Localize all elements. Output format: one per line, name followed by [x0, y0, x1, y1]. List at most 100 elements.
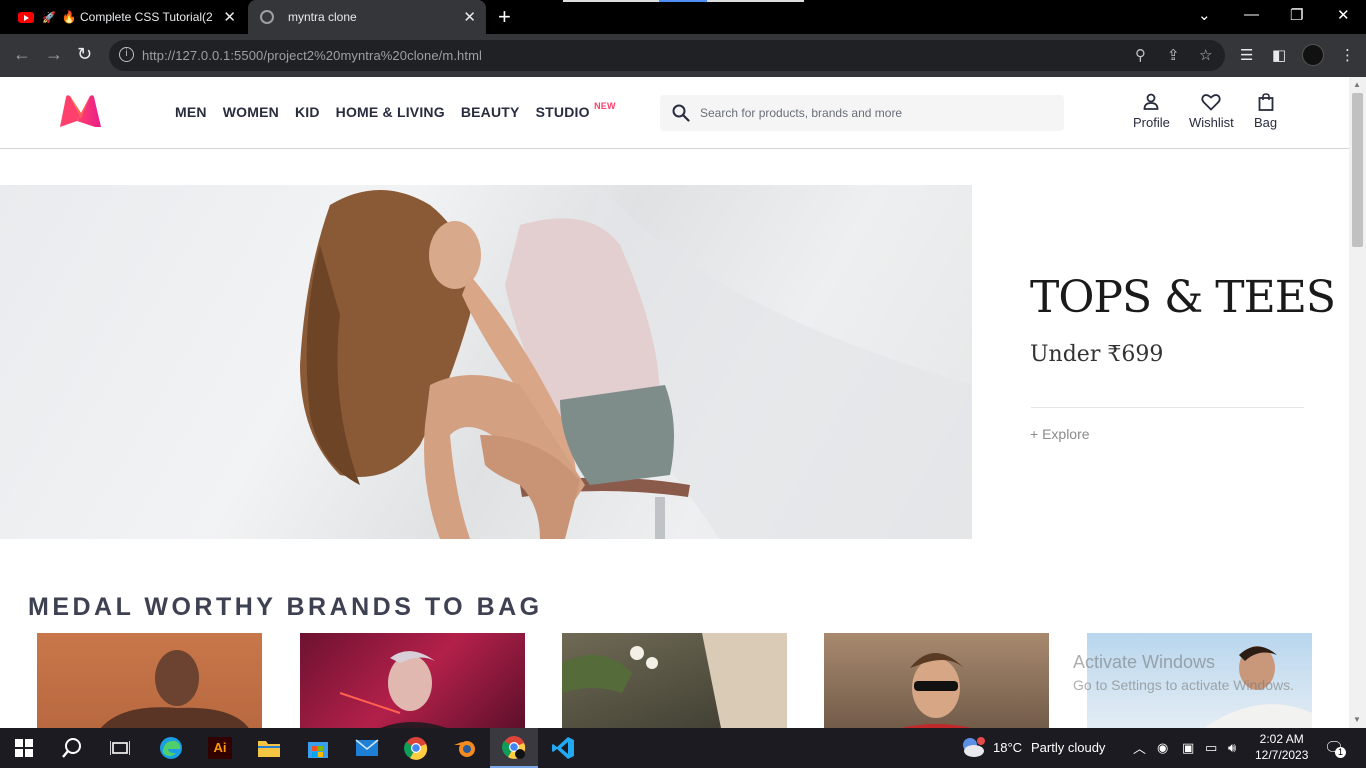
zoom-icon[interactable]: ⚲ — [1135, 46, 1146, 64]
tab-title: 🔥 Complete CSS Tutorial(20 — [61, 10, 212, 24]
side-panel-icon[interactable]: ◧ — [1272, 46, 1286, 64]
close-window-button[interactable]: ✕ — [1337, 6, 1350, 24]
new-badge: NEW — [594, 101, 616, 111]
chrome-app[interactable] — [392, 728, 440, 768]
close-tab-icon[interactable]: ✕ — [223, 8, 236, 26]
brand-card[interactable] — [37, 633, 262, 728]
bookmark-star-icon[interactable]: ☆ — [1199, 46, 1212, 64]
site-header: MEN WOMEN KID HOME & LIVING BEAUTY STUDI… — [0, 77, 1349, 149]
mail-app[interactable] — [343, 728, 391, 768]
notification-center-icon[interactable]: 🗨︎ 1 — [1324, 738, 1346, 758]
close-tab-icon[interactable]: ✕ — [463, 8, 476, 26]
file-explorer-app[interactable] — [245, 728, 293, 768]
hero-banner-image[interactable] — [0, 185, 972, 539]
profile-label: Profile — [1133, 115, 1170, 130]
tab-css-tutorial[interactable]: 🚀 🔥 Complete CSS Tutorial(20 ✕ — [8, 0, 246, 34]
wishlist-button[interactable]: Wishlist — [1189, 93, 1234, 130]
edge-app[interactable] — [147, 728, 195, 768]
system-clock[interactable]: 2:02 AM 12/7/2023 — [1255, 731, 1308, 763]
nav-women[interactable]: WOMEN — [223, 104, 279, 120]
taskbar-search-button[interactable] — [48, 728, 96, 768]
tab-myntra-clone[interactable]: myntra clone ✕ — [248, 0, 486, 34]
restore-button[interactable]: ❐ — [1290, 6, 1303, 24]
record-icon[interactable]: ◉ — [1157, 740, 1168, 756]
myntra-logo[interactable] — [57, 93, 105, 129]
minimize-button[interactable]: — — [1244, 6, 1259, 23]
share-icon[interactable]: ⇪ — [1167, 46, 1180, 64]
heart-icon — [1201, 94, 1222, 111]
page-scrollbar[interactable]: ▲ ▼ — [1349, 77, 1366, 728]
edge-icon — [160, 737, 182, 759]
web-page: MEN WOMEN KID HOME & LIVING BEAUTY STUDI… — [0, 77, 1349, 728]
back-button[interactable]: ← — [13, 44, 31, 65]
hero-subtitle: Under ₹699 — [1030, 342, 1164, 367]
meet-icon[interactable]: ▣ — [1182, 740, 1194, 756]
menu-kebab-icon[interactable]: ⋮ — [1340, 46, 1355, 64]
nav-kid[interactable]: KID — [295, 104, 320, 120]
weather-desc[interactable]: Partly cloudy — [1031, 740, 1105, 755]
brand-card[interactable] — [300, 633, 525, 728]
scroll-down-icon[interactable]: ▼ — [1353, 715, 1361, 724]
blender-app[interactable] — [441, 728, 489, 768]
url-text[interactable]: http://127.0.0.1:5500/project2%20myntra%… — [142, 48, 482, 63]
youtube-icon — [18, 11, 34, 23]
bag-label: Bag — [1254, 115, 1278, 130]
volume-icon[interactable]: 🔊︎ — [1228, 740, 1236, 756]
windows-logo-icon — [15, 739, 33, 757]
clock-date: 12/7/2023 — [1255, 748, 1309, 762]
section-title: MEDAL WORTHY BRANDS TO BAG — [28, 593, 543, 621]
forward-button[interactable]: → — [45, 44, 63, 65]
activate-windows-watermark: Activate Windows Go to Settings to activ… — [1073, 652, 1294, 693]
nav-studio-label: STUDIO — [535, 104, 590, 120]
profile-button[interactable]: Profile — [1133, 93, 1170, 130]
new-tab-button[interactable]: + — [498, 4, 511, 30]
drag-indicator — [563, 0, 804, 2]
bag-button[interactable]: Bag — [1254, 93, 1277, 130]
brand-card-photo — [100, 650, 249, 728]
start-button[interactable] — [0, 728, 48, 768]
rocket-icon: 🚀 — [42, 11, 56, 24]
main-nav: MEN WOMEN KID HOME & LIVING BEAUTY STUDI… — [175, 101, 616, 120]
brand-card[interactable] — [562, 633, 787, 728]
watermark-subtitle: Go to Settings to activate Windows. — [1073, 677, 1294, 693]
notification-count: 1 — [1335, 747, 1346, 758]
explore-link[interactable]: + Explore — [1030, 426, 1090, 442]
show-hidden-icons-icon[interactable]: ︿ — [1133, 738, 1146, 757]
site-info-icon[interactable]: i — [119, 47, 134, 62]
store-app[interactable] — [294, 728, 342, 768]
globe-icon — [260, 10, 274, 24]
weather-icon[interactable] — [960, 736, 986, 761]
tab-search-icon[interactable]: ⌄ — [1198, 6, 1211, 24]
nav-studio[interactable]: STUDIO NEW — [535, 101, 616, 120]
nav-home-living[interactable]: HOME & LIVING — [336, 104, 445, 120]
mail-icon — [355, 739, 379, 756]
store-icon — [308, 742, 328, 758]
weather-temp[interactable]: 18°C — [993, 740, 1022, 755]
task-view-icon — [110, 741, 130, 755]
brand-card[interactable] — [824, 633, 1049, 728]
search-input[interactable] — [700, 95, 1050, 131]
hero-photo — [300, 185, 972, 539]
brand-card-photo — [339, 651, 447, 728]
extension-avatar-icon[interactable] — [1302, 44, 1324, 66]
tab-title: myntra clone — [288, 10, 357, 24]
illustrator-app[interactable]: Ai — [196, 728, 244, 768]
network-icon[interactable]: ▭ — [1205, 740, 1217, 756]
partly-cloudy-icon — [963, 737, 985, 757]
scroll-up-icon[interactable]: ▲ — [1353, 80, 1361, 89]
task-view-button[interactable] — [96, 728, 144, 768]
reload-button[interactable]: ↻ — [77, 44, 92, 65]
nav-men[interactable]: MEN — [175, 104, 207, 120]
hero-divider — [1031, 407, 1304, 408]
vscode-icon — [552, 737, 574, 759]
vscode-app[interactable] — [539, 728, 587, 768]
search-box[interactable] — [660, 95, 1064, 131]
address-bar[interactable]: i http://127.0.0.1:5500/project2%20myntr… — [109, 40, 1225, 71]
chrome-active-app[interactable] — [490, 728, 538, 768]
scrollbar-thumb[interactable] — [1352, 93, 1363, 247]
brand-card-photo — [562, 633, 787, 728]
reading-list-icon[interactable]: ☰ — [1240, 46, 1253, 64]
folder-icon — [258, 741, 280, 757]
nav-beauty[interactable]: BEAUTY — [461, 104, 520, 120]
browser-toolbar: ← → ↻ i http://127.0.0.1:5500/project2%2… — [0, 34, 1366, 77]
